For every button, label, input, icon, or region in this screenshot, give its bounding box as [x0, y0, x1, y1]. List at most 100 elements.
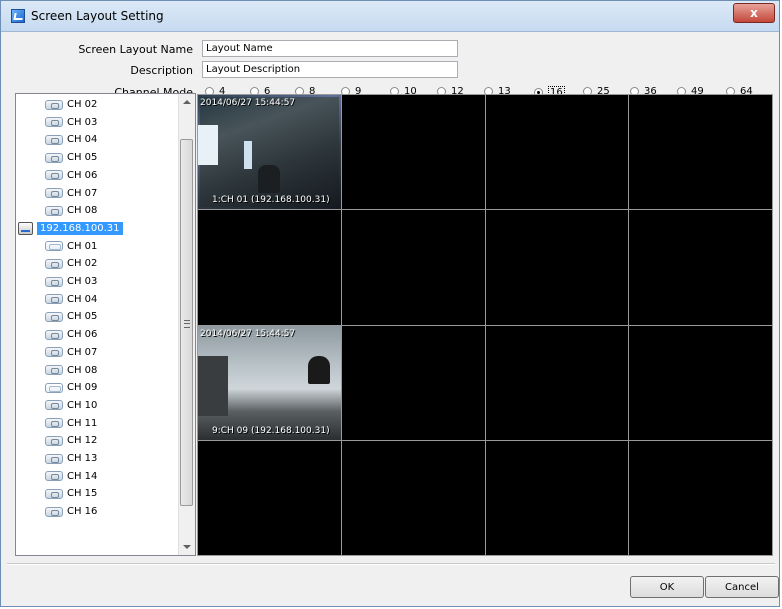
tree-item-channel[interactable]: CH 08 — [45, 202, 97, 219]
video-cell[interactable]: 2014/06/27 15:44:57 9:CH 09 (192.168.100.… — [198, 325, 341, 440]
camera-icon — [45, 382, 63, 393]
camera-icon — [45, 170, 63, 181]
camera-icon — [45, 276, 63, 287]
device-tree: CH 02 CH 03 CH 04 CH 05 CH 06 CH 07 CH 08 192.1… — [15, 93, 196, 556]
camera-icon — [45, 294, 63, 305]
tree-item-channel[interactable]: CH 03 — [45, 114, 97, 131]
video-cell[interactable] — [198, 440, 341, 555]
scroll-up-arrow-icon[interactable] — [183, 100, 191, 104]
tree-item-label: CH 11 — [67, 417, 98, 429]
tree-item-label: CH 08 — [67, 364, 98, 376]
tree-item-label: CH 07 — [67, 346, 98, 358]
tree-item-label: CH 04 — [67, 293, 98, 305]
tree-item-label: CH 06 — [67, 169, 98, 181]
tree-item-channel[interactable]: CH 06 — [45, 167, 97, 184]
tree-item-channel[interactable]: CH 12 — [45, 432, 97, 449]
camera-icon — [45, 188, 63, 198]
video-cell[interactable] — [341, 325, 485, 440]
video-cell[interactable] — [629, 210, 772, 325]
video-cell[interactable] — [485, 440, 629, 555]
tree-item-channel[interactable]: CH 05 — [45, 149, 97, 166]
tree-item-channel[interactable]: CH 06 — [45, 326, 97, 343]
scroll-down-arrow-icon[interactable] — [183, 545, 191, 549]
tree-item-channel[interactable]: CH 01 — [45, 238, 97, 255]
description-label: Description — [130, 64, 193, 77]
video-grid: 2014/06/27 15:44:57 1:CH 01 (192.168.100.… — [197, 94, 773, 556]
camera-icon — [45, 471, 63, 482]
camera-icon — [45, 152, 63, 163]
description-input[interactable]: Layout Description — [202, 61, 458, 78]
tree-item-dvr[interactable]: 192.168.100.31 — [18, 220, 123, 237]
camera-feed-image — [198, 325, 341, 440]
video-cell[interactable] — [629, 95, 772, 210]
video-cell[interactable] — [341, 95, 485, 210]
camera-icon — [45, 347, 63, 358]
tree-item-channel[interactable]: CH 03 — [45, 273, 97, 290]
tree-item-channel[interactable]: CH 11 — [45, 415, 97, 432]
video-cell[interactable] — [341, 440, 485, 555]
osd-channel-name: 1:CH 01 (192.168.100.31) — [212, 195, 330, 206]
video-cell[interactable]: 2014/06/27 15:44:57 1:CH 01 (192.168.100.… — [198, 95, 341, 210]
tree-item-label: CH 01 — [67, 240, 98, 252]
tree-scrollbar[interactable] — [178, 94, 195, 555]
scroll-grip-icon — [184, 320, 190, 328]
video-cell[interactable] — [629, 440, 772, 555]
tree-item-channel[interactable]: CH 15 — [45, 485, 97, 502]
close-button[interactable]: x — [733, 3, 775, 23]
video-cell[interactable] — [198, 210, 341, 325]
tree-item-channel[interactable]: CH 14 — [45, 468, 97, 485]
tree-item-label: CH 04 — [67, 134, 98, 146]
layout-name-label: Screen Layout Name — [78, 43, 193, 56]
osd-channel-name: 9:CH 09 (192.168.100.31) — [212, 425, 330, 436]
osd-timestamp: 2014/06/27 15:44:57 — [200, 328, 296, 339]
tree-item-label: CH 05 — [67, 311, 98, 323]
camera-icon — [45, 329, 63, 340]
tree-item-label: CH 07 — [67, 187, 98, 199]
camera-icon — [45, 99, 63, 110]
tree-item-label: CH 06 — [67, 329, 98, 341]
dvr-device-icon — [18, 221, 33, 235]
layout-name-input[interactable]: Layout Name — [202, 40, 458, 57]
camera-icon — [45, 311, 63, 322]
cancel-button[interactable]: Cancel — [705, 576, 779, 598]
tree-item-channel[interactable]: CH 04 — [45, 291, 97, 308]
camera-icon — [45, 134, 63, 145]
tree-item-channel[interactable]: CH 08 — [45, 362, 97, 379]
tree-item-label: CH 14 — [67, 470, 98, 482]
osd-timestamp: 2014/06/27 15:44:57 — [200, 98, 296, 108]
tree-item-channel[interactable]: CH 07 — [45, 185, 97, 202]
camera-icon — [45, 117, 63, 128]
tree-item-channel[interactable]: CH 16 — [45, 503, 97, 520]
tree-item-label: CH 08 — [67, 205, 98, 217]
camera-icon — [45, 488, 63, 499]
window-title: Screen Layout Setting — [31, 9, 164, 23]
video-cell[interactable] — [341, 210, 485, 325]
camera-icon — [45, 418, 63, 429]
ok-button[interactable]: OK — [630, 576, 704, 598]
scroll-thumb[interactable] — [180, 139, 193, 506]
tree-item-channel[interactable]: CH 05 — [45, 308, 97, 325]
tree-item-label: CH 03 — [67, 116, 98, 128]
tree-item-label: CH 02 — [67, 99, 98, 110]
tree-item-channel[interactable]: CH 07 — [45, 344, 97, 361]
app-icon — [11, 9, 25, 23]
tree-item-label: CH 03 — [67, 276, 98, 287]
tree-item-channel[interactable]: CH 02 — [45, 255, 97, 272]
tree-item-channel[interactable]: CH 02 — [45, 96, 97, 113]
tree-item-channel[interactable]: CH 10 — [45, 397, 97, 414]
camera-icon — [45, 435, 63, 446]
camera-feed-image — [198, 95, 341, 210]
tree-item-label: CH 10 — [67, 399, 98, 411]
camera-icon — [45, 258, 63, 269]
tree-item-label: CH 13 — [67, 453, 98, 464]
video-cell[interactable] — [485, 325, 629, 440]
video-cell[interactable] — [629, 325, 772, 440]
footer-divider — [7, 563, 775, 565]
tree-item-channel[interactable]: CH 09 — [45, 379, 97, 396]
tree-item-channel[interactable]: CH 04 — [45, 131, 97, 148]
tree-item-channel[interactable]: CH 13 — [45, 450, 97, 467]
video-cell[interactable] — [485, 95, 629, 210]
tree-item-label: CH 09 — [67, 382, 98, 394]
video-cell[interactable] — [485, 210, 629, 325]
title-bar[interactable]: Screen Layout Setting x — [1, 1, 779, 32]
